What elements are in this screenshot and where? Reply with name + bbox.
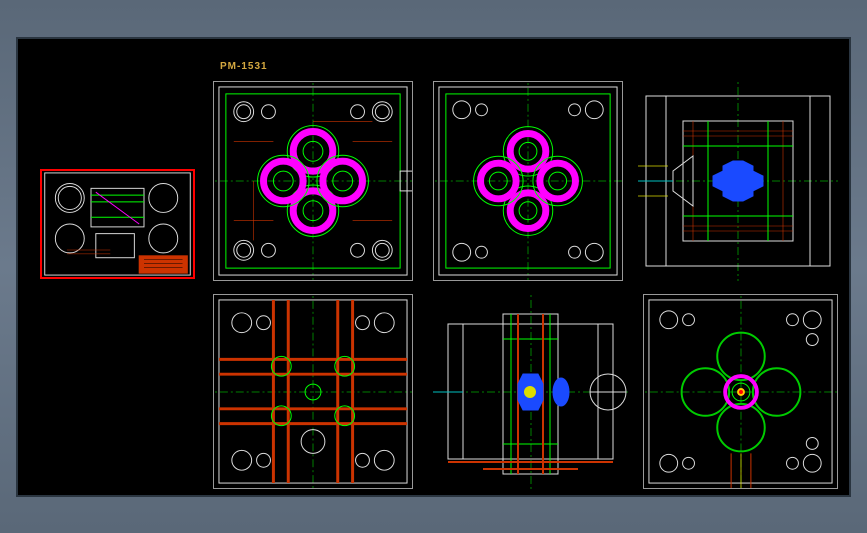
- view-bottom-rear-plate: [643, 294, 838, 489]
- view-top-rear-plate: [433, 81, 623, 281]
- cad-drawing-canvas[interactable]: PM-1531: [16, 37, 851, 497]
- title-block-view: [40, 169, 195, 279]
- view-bottom-front-plate: [213, 294, 413, 489]
- view-top-front-plate: [213, 81, 413, 281]
- drawing-title: PM-1531: [220, 61, 268, 72]
- view-bottom-section: [433, 294, 628, 489]
- view-top-section: [638, 81, 838, 281]
